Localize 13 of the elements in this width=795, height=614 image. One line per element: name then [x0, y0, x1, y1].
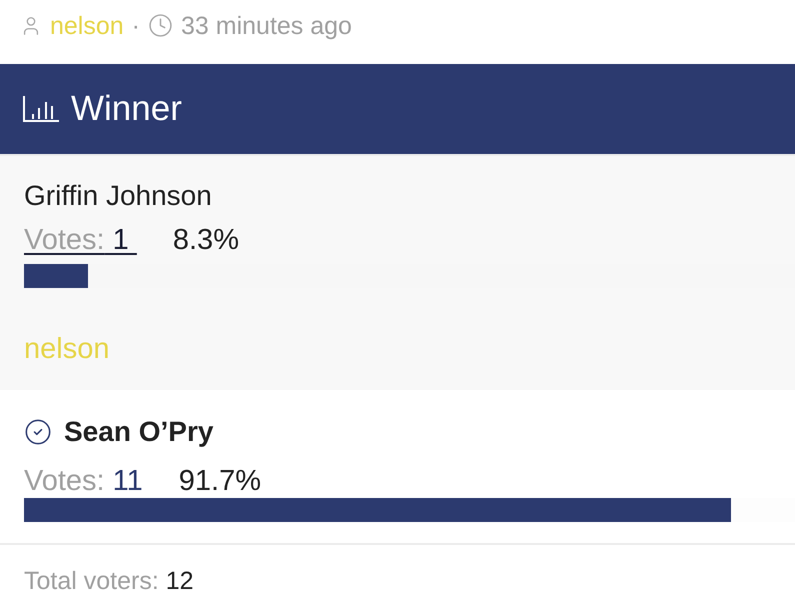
poll-option[interactable]: Griffin Johnson Votes: 1 8.3% nelson — [0, 154, 795, 390]
vote-percent: 91.7% — [178, 464, 262, 498]
option-name: Griffin Johnson — [24, 179, 212, 213]
separator-dot: · — [132, 11, 140, 41]
header-title: Winner — [71, 88, 182, 130]
votes-link[interactable]: Votes: 11 — [24, 464, 143, 498]
time-ago: 33 minutes ago — [181, 11, 352, 41]
clock-icon — [148, 13, 173, 38]
votes-link[interactable]: Votes: 1 — [24, 223, 137, 257]
bar-chart-icon — [23, 96, 59, 122]
vote-percent: 8.3% — [172, 223, 239, 257]
option-name: Sean O’Pry — [64, 415, 214, 449]
total-voters: Total voters: 12 — [24, 567, 194, 595]
